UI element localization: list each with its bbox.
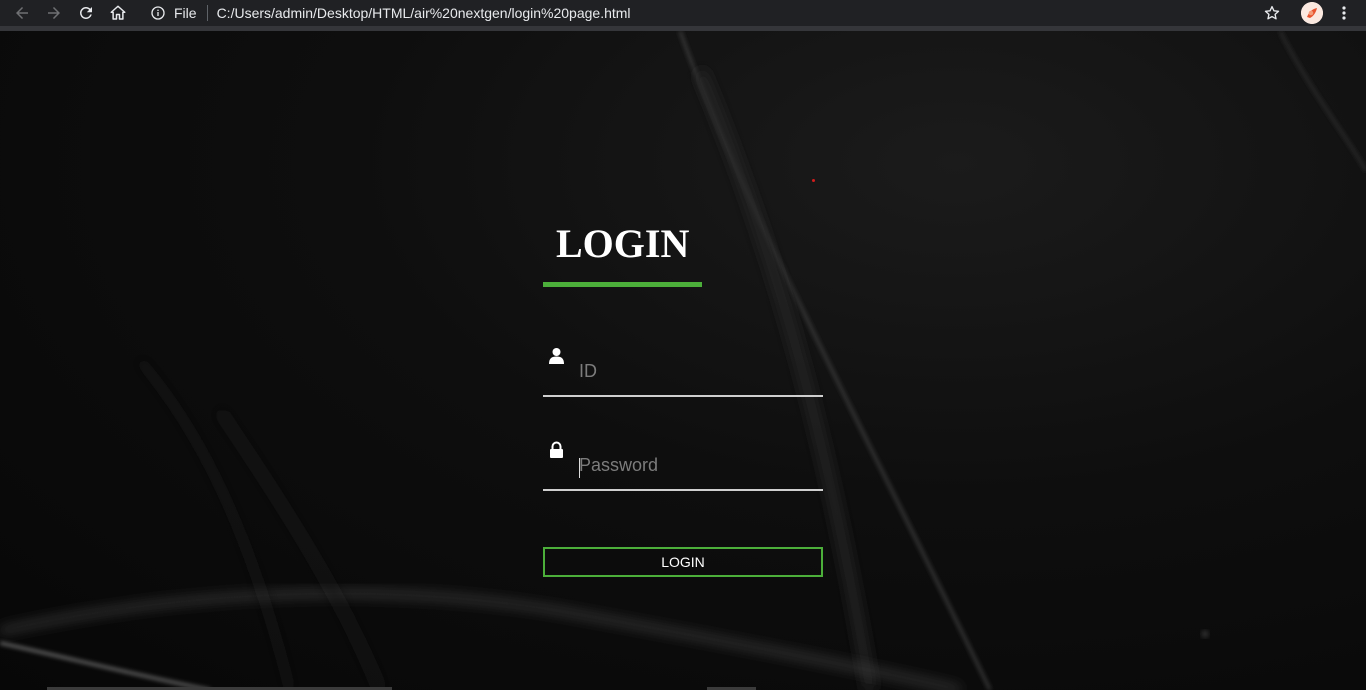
profile-avatar-icon (1301, 2, 1323, 24)
forward-button[interactable] (38, 0, 70, 26)
reload-button[interactable] (70, 0, 102, 26)
url-text[interactable]: C:/Users/admin/Desktop/HTML/air%20nextge… (217, 5, 631, 21)
home-button[interactable] (102, 0, 134, 26)
home-icon (110, 5, 126, 20)
address-bar[interactable]: File C:/Users/admin/Desktop/HTML/air%20n… (141, 0, 1291, 26)
profile-avatar[interactable] (1301, 2, 1323, 24)
star-icon (1264, 5, 1280, 20)
login-page: LOGIN LOGIN (0, 31, 1366, 690)
bookmark-button[interactable] (1261, 3, 1283, 23)
user-icon (549, 348, 564, 364)
text-caret (579, 458, 580, 478)
login-title: LOGIN (556, 221, 690, 266)
forward-icon (48, 7, 60, 19)
lock-icon (550, 441, 563, 458)
browser-menu-button[interactable] (1334, 3, 1354, 23)
id-input[interactable] (579, 353, 819, 389)
login-button[interactable]: LOGIN (543, 547, 823, 577)
info-icon[interactable] (150, 5, 166, 21)
kebab-menu-icon (1342, 6, 1346, 20)
reload-icon (79, 6, 92, 19)
password-field (543, 441, 823, 491)
red-dot (812, 179, 815, 182)
login-form: LOGIN LOGIN (543, 221, 823, 577)
id-field (543, 347, 823, 397)
scheme-label: File (174, 5, 197, 21)
back-icon (16, 7, 28, 19)
title-underline (543, 282, 702, 287)
password-input[interactable] (579, 447, 819, 483)
omnibox-divider (206, 5, 208, 21)
back-button[interactable] (6, 0, 38, 26)
